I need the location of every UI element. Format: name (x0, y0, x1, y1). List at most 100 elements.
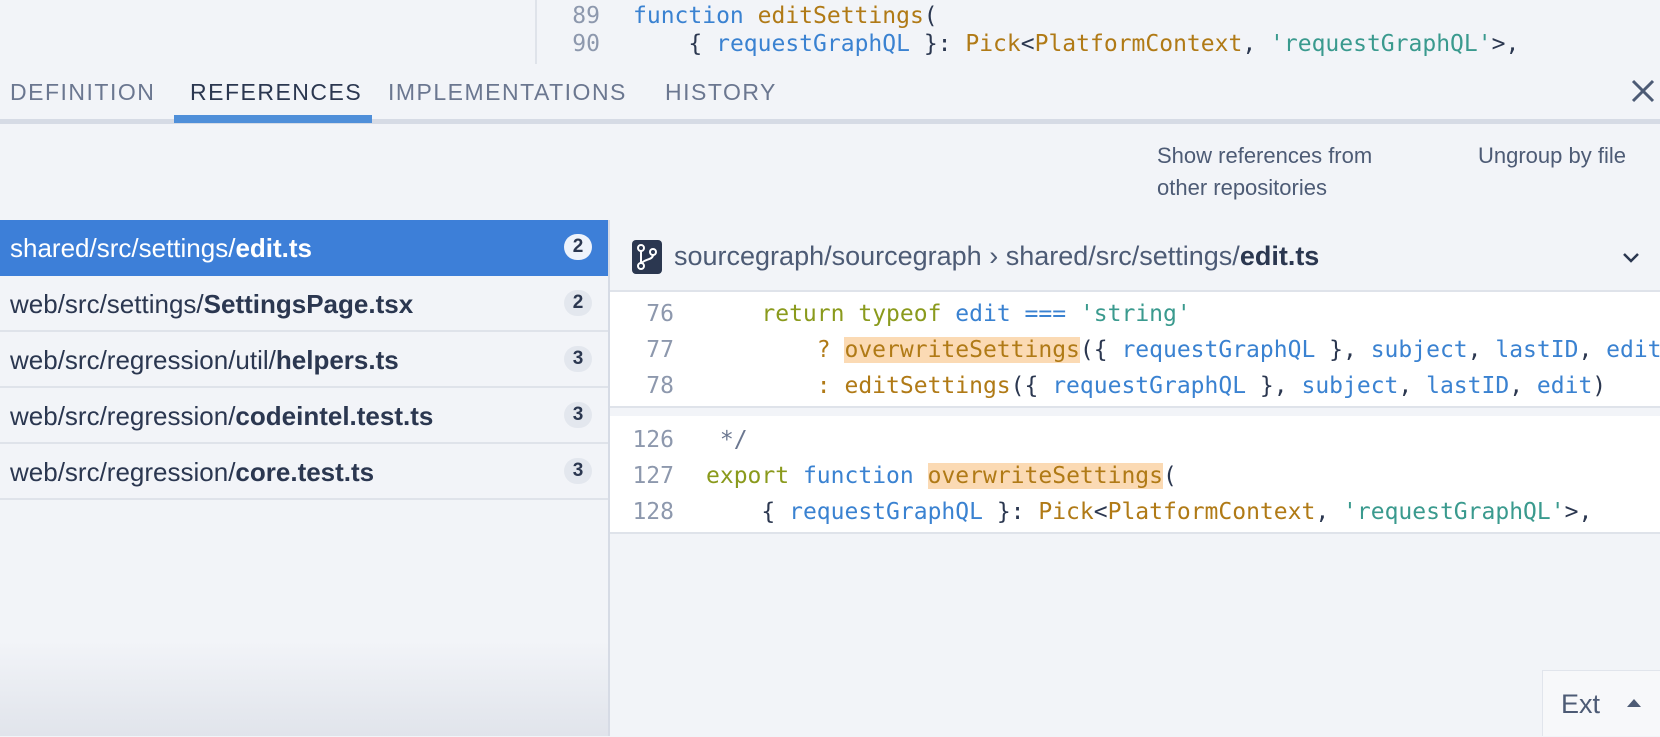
repo-branch-icon (632, 240, 662, 274)
code-token: requestGraphQL (716, 31, 910, 57)
ungroup-by-file-toggle[interactable]: Ungroup by file (1478, 140, 1626, 172)
tab-history[interactable]: HISTORY (665, 64, 777, 120)
code-token: }: (909, 31, 966, 57)
code-token: === (1010, 301, 1080, 327)
code-token: lastID (1495, 337, 1579, 363)
code-line[interactable]: 76 return typeof edit === 'string' (610, 296, 1660, 332)
show-refs-line2: other repositories (1157, 175, 1327, 200)
repo-name-link[interactable]: sourcegraph/sourcegraph (674, 241, 982, 271)
close-panel-button[interactable] (1628, 76, 1658, 106)
file-list-item[interactable]: web/src/regression/codeintel.test.ts 3 (0, 388, 608, 444)
code-line: 90 { requestGraphQL }: Pick<PlatformCont… (540, 28, 1519, 60)
code-token: 'string' (1079, 301, 1191, 327)
code-token: >, (1491, 31, 1520, 57)
file-list-item[interactable]: shared/src/settings/edit.ts 2 (0, 220, 608, 276)
tab-references[interactable]: REFERENCES (190, 64, 362, 120)
file-dir: web/src/regression/util/ (10, 345, 276, 375)
highlighted-match[interactable]: overwriteSettings (927, 463, 1163, 489)
code-snippet[interactable]: 76 return typeof edit === 'string' 77 ? o… (610, 292, 1660, 408)
code-token: editSettings (757, 3, 924, 29)
code-token: typeof (858, 301, 942, 327)
line-number[interactable]: 126 (610, 422, 674, 458)
file-path: web/src/settings/SettingsPage.tsx (10, 276, 413, 332)
file-path: web/src/regression/codeintel.test.ts (10, 388, 433, 444)
extensions-label: Ext (1561, 689, 1601, 719)
extensions-button[interactable]: Ext (1542, 670, 1660, 736)
code-token: , (1467, 337, 1496, 363)
code-token: function (633, 3, 758, 29)
file-dir: shared/src/settings/ (10, 233, 236, 263)
code-token: < (1020, 31, 1035, 57)
code-token: 'requestGraphQL' (1343, 499, 1565, 525)
line-number[interactable]: 77 (610, 332, 674, 368)
line-number[interactable]: 127 (610, 458, 674, 494)
file-list-item[interactable]: web/src/regression/util/helpers.ts 3 (0, 332, 608, 388)
file-list-item[interactable]: web/src/settings/SettingsPage.tsx 2 (0, 276, 608, 332)
reference-file-list: shared/src/settings/edit.ts 2 web/src/sett… (0, 220, 608, 500)
reference-count-badge: 3 (564, 346, 592, 372)
file-path: shared/src/settings/edit.ts (10, 220, 312, 276)
code-token: edit (1536, 373, 1593, 399)
code-token: return (761, 301, 845, 327)
reference-count-badge: 3 (564, 458, 592, 484)
file-name: edit.ts (235, 233, 313, 263)
code-token: { (706, 499, 790, 525)
file-dir: web/src/regression/ (10, 401, 236, 431)
code-line[interactable]: 128 { requestGraphQL }: Pick<PlatformCon… (610, 494, 1660, 530)
code-token: , (1242, 31, 1271, 57)
code-token: lastID (1426, 373, 1510, 399)
code-token: < (1093, 499, 1108, 525)
file-dir[interactable]: shared/src/settings/ (1006, 241, 1240, 271)
code-token: ({ (1079, 337, 1122, 363)
file-name: core.test.ts (235, 457, 375, 487)
code-token: subject (1370, 337, 1468, 363)
line-number[interactable]: 76 (610, 296, 674, 332)
code-line[interactable]: 126 */ (610, 422, 1660, 458)
active-tab-indicator (174, 115, 372, 123)
line-number[interactable]: 90 (540, 28, 600, 60)
code-token: ) (1592, 373, 1607, 399)
chevron-down-icon[interactable] (1620, 246, 1642, 268)
file-dir: web/src/regression/ (10, 457, 236, 487)
reference-count-badge: 3 (564, 402, 592, 428)
gutter-divider (535, 0, 537, 64)
code-token: requestGraphQL (789, 499, 983, 525)
reference-count-badge: 2 (564, 290, 592, 316)
file-list-item[interactable]: web/src/regression/core.test.ts 3 (0, 444, 608, 500)
highlighted-match[interactable]: overwriteSettings (844, 337, 1080, 363)
show-other-repos-toggle[interactable]: Show references from other repositories (1157, 140, 1372, 204)
code-token: PlatformContext (1034, 31, 1243, 57)
code-snippet[interactable]: 126 */127 export function overwriteSettin… (610, 416, 1660, 534)
file-name: helpers.ts (275, 345, 399, 375)
line-number[interactable]: 128 (610, 494, 674, 530)
tab-definition[interactable]: DEFINITION (10, 64, 155, 120)
code-token: export (706, 463, 790, 489)
code-line[interactable]: 77 ? overwriteSettings({ requestGraphQL … (610, 332, 1660, 368)
line-number[interactable]: 78 (610, 368, 674, 404)
code-token: ? (816, 337, 845, 363)
code-token: Pick (965, 31, 1021, 57)
file-location-header[interactable]: sourcegraph/sourcegraph › shared/src/set… (610, 220, 1660, 292)
code-token: ( (923, 3, 938, 29)
code-token: >, (1564, 499, 1593, 525)
code-token: edit (955, 301, 1011, 327)
file-name[interactable]: edit.ts (1240, 241, 1320, 271)
code-token: , (1315, 499, 1344, 525)
code-line[interactable]: 127 export function overwriteSettings( (610, 458, 1660, 494)
file-dir: web/src/settings/ (10, 289, 204, 319)
code-token: , (1509, 373, 1537, 399)
code-token: }: (982, 499, 1039, 525)
code-token: { (633, 31, 717, 57)
code-token: }, (1315, 337, 1371, 363)
code-token: ( (1163, 463, 1177, 489)
code-token: editSettings (844, 373, 1011, 399)
tab-implementations[interactable]: IMPLEMENTATIONS (388, 64, 627, 120)
file-name: SettingsPage.tsx (203, 289, 414, 319)
code-line[interactable]: 78 : editSettings({ requestGraphQL }, su… (610, 368, 1660, 404)
code-token: Pick (1038, 499, 1094, 525)
